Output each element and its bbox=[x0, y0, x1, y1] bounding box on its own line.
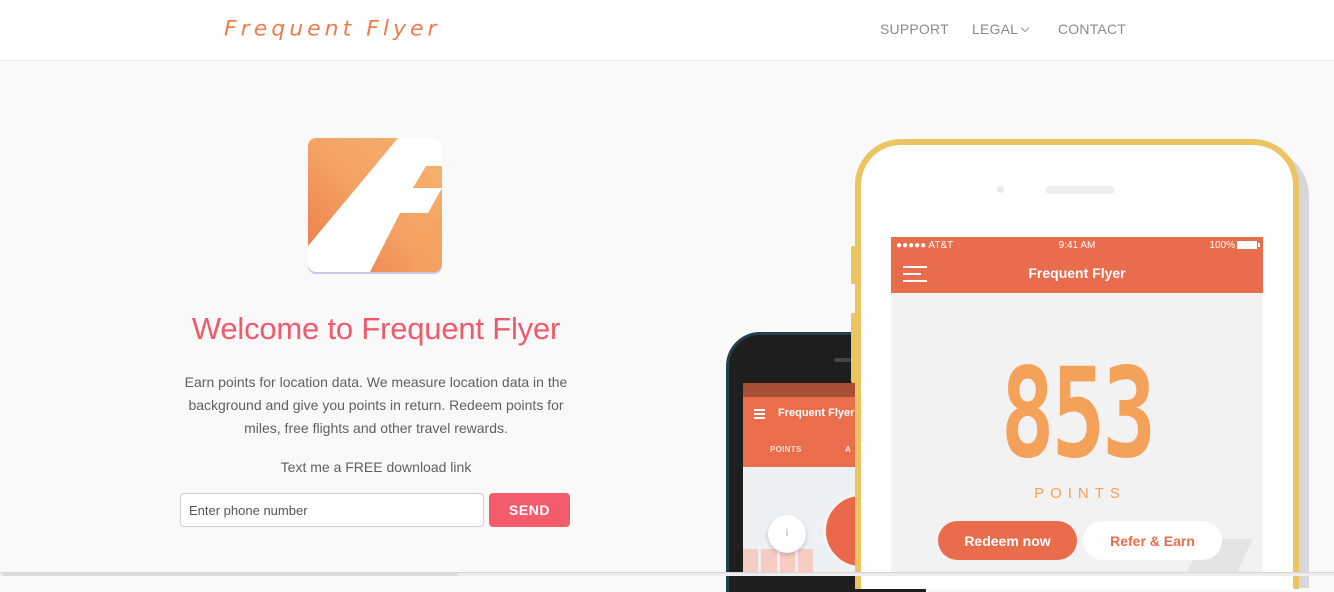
battery-text: 100% bbox=[1209, 240, 1235, 251]
battery-status: 100% bbox=[1209, 240, 1260, 251]
welcome-heading: Welcome to Frequent Flyer bbox=[191, 311, 561, 346]
nav-legal-dropdown[interactable]: LEGAL bbox=[972, 21, 1030, 37]
phone-camera bbox=[997, 186, 1004, 193]
time-text: 9:41 AM bbox=[1058, 240, 1096, 251]
send-button[interactable]: SEND bbox=[489, 493, 570, 527]
download-link-prompt: Text me a FREE download link bbox=[280, 459, 472, 475]
horizontal-scrollbar[interactable] bbox=[0, 572, 1334, 576]
phone-side-button bbox=[851, 246, 856, 284]
battery-icon bbox=[1237, 241, 1260, 249]
nav-legal-label: LEGAL bbox=[972, 21, 1019, 37]
back-phone-screen: Frequent Flyer POINTS A i bbox=[743, 383, 863, 576]
chevron-down-icon bbox=[1020, 23, 1030, 33]
info-icon: i bbox=[768, 515, 806, 553]
phone-speaker bbox=[1045, 186, 1115, 194]
app-icon bbox=[308, 138, 442, 272]
top-navbar: Frequent Flyer SUPPORT LEGAL CONTACT bbox=[0, 0, 1334, 61]
nav-contact-link[interactable]: CONTACT bbox=[1058, 21, 1126, 37]
front-phone-screen: ●●●●● AT&T 9:41 AM 100% Frequent Flyer 8… bbox=[891, 237, 1263, 576]
back-tab-points: POINTS bbox=[770, 445, 802, 454]
points-label: POINTS bbox=[1034, 485, 1126, 502]
status-bar: ●●●●● AT&T 9:41 AM 100% bbox=[891, 237, 1263, 255]
app-bar: Frequent Flyer bbox=[891, 255, 1263, 293]
hamburger-menu-icon bbox=[754, 409, 765, 421]
back-status-bar bbox=[743, 383, 863, 397]
app-title: Frequent Flyer bbox=[1028, 265, 1126, 281]
back-app-title: Frequent Flyer bbox=[778, 407, 855, 419]
phone-number-input[interactable] bbox=[180, 493, 484, 527]
phone-side-button bbox=[851, 313, 856, 383]
redeem-now-button: Redeem now bbox=[938, 521, 1077, 560]
back-app-bar: Frequent Flyer POINTS A bbox=[743, 397, 863, 467]
points-value: 853 bbox=[1000, 342, 1156, 486]
refer-earn-button: Refer & Earn bbox=[1083, 521, 1222, 560]
brand-logo[interactable]: Frequent Flyer bbox=[224, 18, 441, 42]
nav-support-link[interactable]: SUPPORT bbox=[880, 21, 949, 37]
back-tab-second: A bbox=[845, 445, 851, 454]
hero-description: Earn points for location data. We measur… bbox=[184, 374, 568, 436]
